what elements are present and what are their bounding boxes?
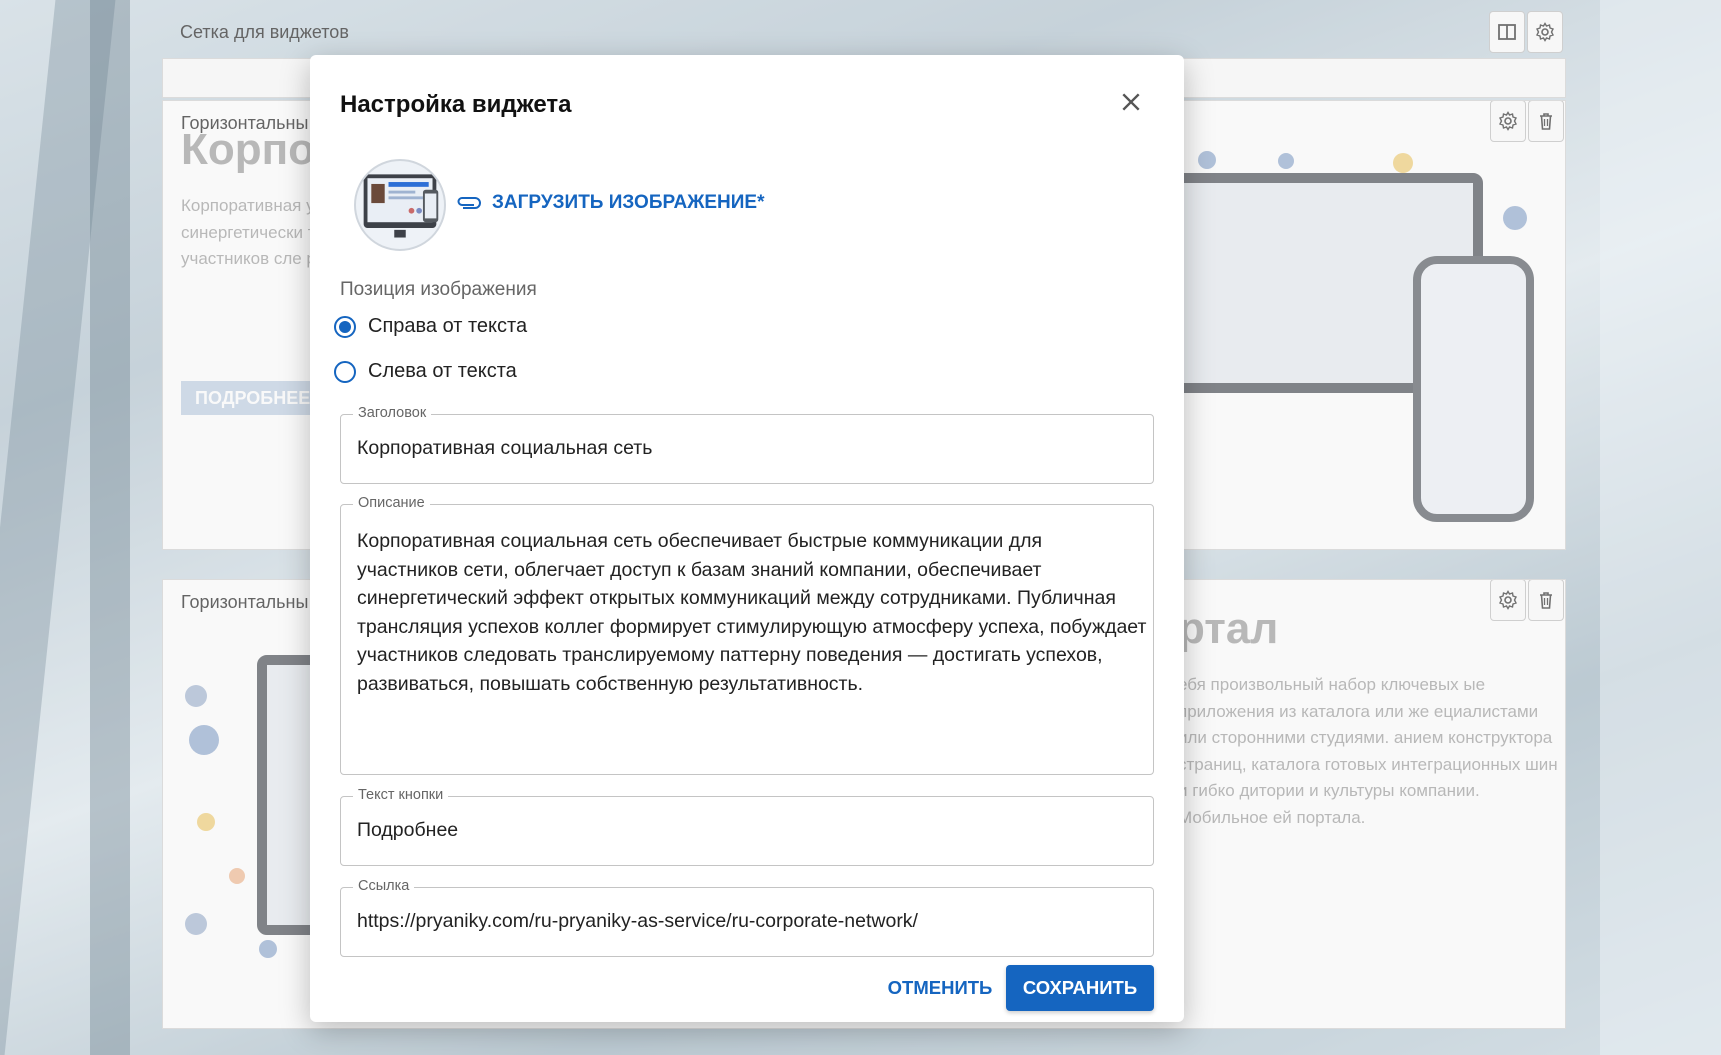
description-field-value: Корпоративная социальная сеть обеспечива… <box>357 530 1147 695</box>
save-button[interactable]: СОХРАНИТЬ <box>1006 965 1154 1011</box>
link-field-label: Ссылка <box>353 878 415 894</box>
preview-thumbnail-icon <box>363 174 439 238</box>
radio-right-of-text[interactable]: Справа от текста <box>334 315 527 338</box>
link-field[interactable]: Ссылка https://pryaniky.com/ru-pryaniky-… <box>340 878 1154 957</box>
close-button[interactable] <box>1114 85 1148 119</box>
paperclip-icon <box>457 197 481 209</box>
radio-unchecked-icon <box>334 360 356 383</box>
upload-image-label: ЗАГРУЗИТЬ ИЗОБРАЖЕНИЕ* <box>492 192 765 213</box>
radio-left-label: Слева от текста <box>368 360 517 382</box>
header-field-value: Корпоративная социальная сеть <box>357 437 653 459</box>
radio-checked-icon <box>334 315 356 338</box>
close-icon <box>1122 93 1140 111</box>
link-field-value: https://pryaniky.com/ru-pryaniky-as-serv… <box>357 910 918 932</box>
description-field[interactable]: Описание Корпоративная социальная сеть о… <box>340 495 1154 775</box>
radio-left-of-text[interactable]: Слева от текста <box>334 360 517 383</box>
button-text-field-value: Подробнее <box>357 819 459 841</box>
header-field-label: Заголовок <box>353 405 432 421</box>
header-field[interactable]: Заголовок Корпоративная социальная сеть <box>340 405 1154 484</box>
upload-image-button[interactable]: ЗАГРУЗИТЬ ИЗОБРАЖЕНИЕ* <box>456 192 765 214</box>
button-text-field-label: Текст кнопки <box>353 787 449 803</box>
image-position-label: Позиция изображения <box>340 279 537 300</box>
dialog-title: Настройка виджета <box>340 91 572 118</box>
widget-settings-dialog: Настройка виджета ЗАГРУЗИТЬ ИЗОБРАЖЕНИЕ* <box>310 55 1184 1022</box>
cancel-button[interactable]: ОТМЕНИТЬ <box>878 965 1002 1011</box>
page: Сетка для виджетов Корпо Горизонтальны К… <box>0 0 1721 1055</box>
radio-right-label: Справа от текста <box>368 315 528 337</box>
description-field-label: Описание <box>353 495 430 511</box>
image-preview <box>354 159 446 251</box>
button-text-field[interactable]: Текст кнопки Подробнее <box>340 787 1154 866</box>
